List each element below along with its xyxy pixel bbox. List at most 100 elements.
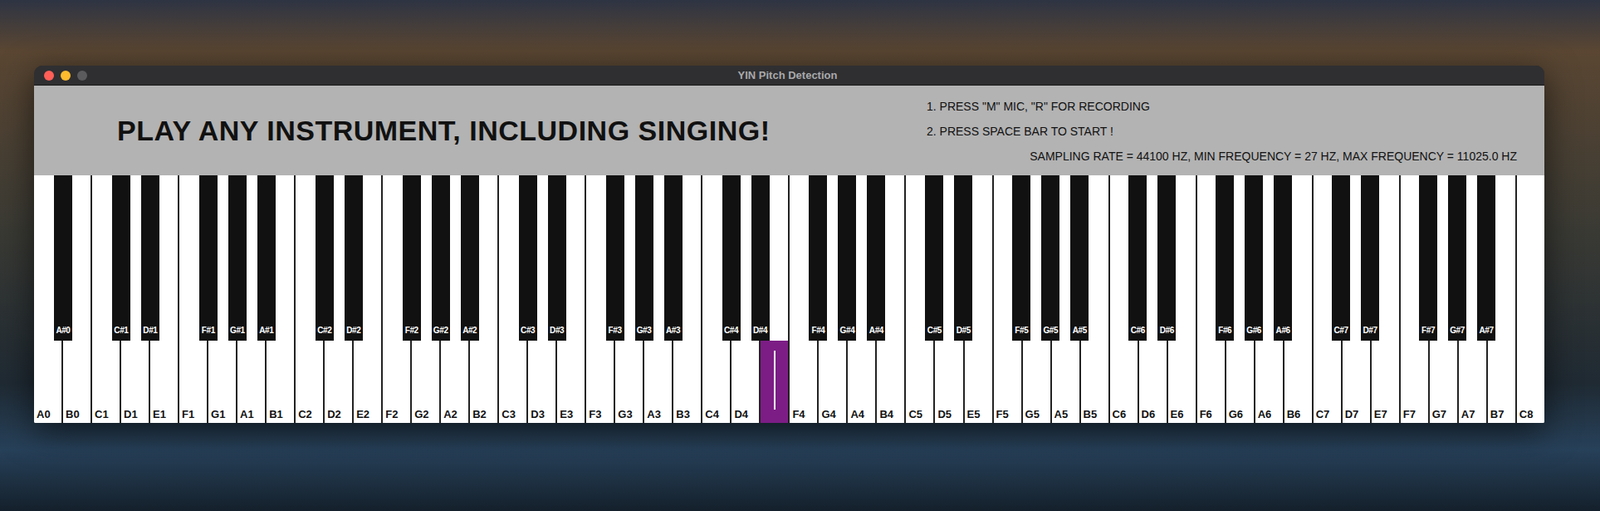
- key-label: E1: [150, 407, 178, 423]
- white-key[interactable]: C8: [1516, 175, 1545, 423]
- key-label: D1: [121, 407, 149, 423]
- instruction-line: 2. PRESS SPACE BAR TO START !: [926, 118, 1517, 144]
- key-label: C5: [905, 407, 934, 423]
- key-label: A6: [1255, 407, 1283, 423]
- black-key[interactable]: G#7: [1448, 175, 1467, 341]
- black-key[interactable]: D#3: [548, 175, 567, 341]
- key-label: G1: [208, 407, 236, 423]
- black-key[interactable]: A#3: [664, 175, 683, 341]
- key-label: G#1: [229, 323, 245, 341]
- black-key[interactable]: A#6: [1273, 175, 1292, 341]
- black-key[interactable]: G#2: [431, 175, 451, 341]
- key-label: A5: [1051, 407, 1080, 423]
- key-label: G#6: [1246, 323, 1262, 341]
- key-label: D7: [1342, 407, 1371, 423]
- key-label: A#5: [1072, 323, 1087, 341]
- black-key[interactable]: F#7: [1418, 175, 1438, 341]
- close-icon[interactable]: [44, 70, 54, 81]
- key-label: C3: [499, 407, 527, 423]
- key-label: D5: [934, 407, 963, 423]
- black-key[interactable]: G#5: [1041, 175, 1060, 341]
- key-label: D4: [731, 407, 759, 423]
- black-key[interactable]: G#3: [635, 175, 654, 341]
- black-key[interactable]: C#4: [722, 175, 741, 341]
- detected-note-highlight: [760, 340, 788, 423]
- black-key[interactable]: C#6: [1128, 175, 1147, 341]
- key-label: D#7: [1363, 323, 1378, 341]
- key-label: F#3: [608, 323, 622, 341]
- key-label: C8: [1516, 407, 1545, 423]
- black-key[interactable]: A#5: [1070, 175, 1089, 341]
- key-label: G#7: [1449, 323, 1465, 341]
- black-key[interactable]: C#5: [924, 175, 944, 341]
- black-key[interactable]: D#4: [751, 175, 770, 341]
- key-label: F1: [179, 407, 207, 423]
- key-label: F7: [1400, 407, 1429, 423]
- key-label: A#1: [259, 323, 274, 341]
- key-label: G#4: [840, 323, 856, 341]
- black-key[interactable]: D#1: [141, 175, 160, 341]
- black-key[interactable]: C#7: [1331, 175, 1351, 341]
- key-label: E2: [353, 407, 382, 423]
- key-label: F#5: [1014, 323, 1028, 341]
- black-key[interactable]: F#2: [402, 175, 421, 341]
- black-key[interactable]: F#4: [808, 175, 827, 341]
- black-key[interactable]: D#5: [954, 175, 973, 341]
- key-label: A3: [644, 407, 672, 423]
- key-label: F3: [586, 407, 614, 423]
- key-label: G7: [1429, 407, 1458, 423]
- key-label: C#6: [1130, 323, 1145, 341]
- black-key[interactable]: G#4: [837, 175, 857, 341]
- sampling-settings: SAMPLING RATE = 44100 HZ, MIN FREQUENCY …: [926, 143, 1517, 169]
- key-label: B0: [63, 407, 91, 423]
- black-key[interactable]: G#6: [1244, 175, 1263, 341]
- key-label: G5: [1022, 407, 1051, 423]
- key-label: D#1: [142, 323, 157, 341]
- black-key[interactable]: A#0: [53, 175, 73, 341]
- key-label: G3: [615, 407, 643, 423]
- key-label: A0: [34, 407, 62, 423]
- key-label: A#3: [665, 323, 681, 341]
- key-label: F#2: [405, 323, 419, 341]
- key-label: A7: [1458, 407, 1487, 423]
- app-window: YIN Pitch Detection PLAY ANY INSTRUMENT,…: [34, 65, 1545, 423]
- header: PLAY ANY INSTRUMENT, INCLUDING SINGING! …: [34, 85, 1545, 176]
- zoom-icon[interactable]: [77, 70, 88, 81]
- key-label: B2: [469, 407, 498, 423]
- key-label: F#4: [811, 323, 825, 341]
- black-key[interactable]: G#1: [228, 175, 247, 341]
- black-key[interactable]: C#2: [315, 175, 334, 341]
- key-label: C7: [1313, 407, 1341, 423]
- key-label: B3: [673, 407, 701, 423]
- key-label: A#0: [55, 323, 70, 341]
- black-key[interactable]: F#3: [606, 175, 625, 341]
- black-key[interactable]: D#7: [1360, 175, 1380, 341]
- black-key[interactable]: A#1: [257, 175, 276, 341]
- instructions: 1. PRESS "M" MIC, "R" FOR RECORDING2. PR…: [926, 85, 1545, 176]
- key-label: A#2: [462, 323, 477, 341]
- key-label: D2: [324, 407, 353, 423]
- black-key[interactable]: C#3: [518, 175, 538, 341]
- key-label: D#4: [753, 323, 768, 341]
- window-controls: [40, 70, 88, 81]
- key-label: E6: [1168, 407, 1196, 423]
- instruction-line: 1. PRESS "M" MIC, "R" FOR RECORDING: [926, 93, 1517, 119]
- key-label: F5: [993, 407, 1022, 423]
- black-key[interactable]: F#1: [199, 175, 218, 341]
- black-key[interactable]: F#5: [1012, 175, 1031, 341]
- key-label: C#1: [113, 323, 128, 341]
- title-bar: YIN Pitch Detection: [34, 65, 1545, 86]
- black-key[interactable]: F#6: [1215, 175, 1234, 341]
- black-key[interactable]: A#2: [460, 175, 480, 341]
- black-key[interactable]: C#1: [112, 175, 131, 341]
- black-key[interactable]: A#4: [866, 175, 886, 341]
- black-key[interactable]: D#2: [344, 175, 363, 341]
- key-label: B4: [876, 407, 905, 423]
- black-key[interactable]: A#7: [1477, 175, 1496, 341]
- header-title: PLAY ANY INSTRUMENT, INCLUDING SINGING!: [117, 113, 770, 148]
- key-label: C#4: [724, 323, 739, 341]
- key-label: C2: [295, 407, 323, 423]
- black-key[interactable]: D#6: [1157, 175, 1176, 341]
- key-label: D#5: [956, 323, 971, 341]
- minimize-icon[interactable]: [60, 70, 71, 81]
